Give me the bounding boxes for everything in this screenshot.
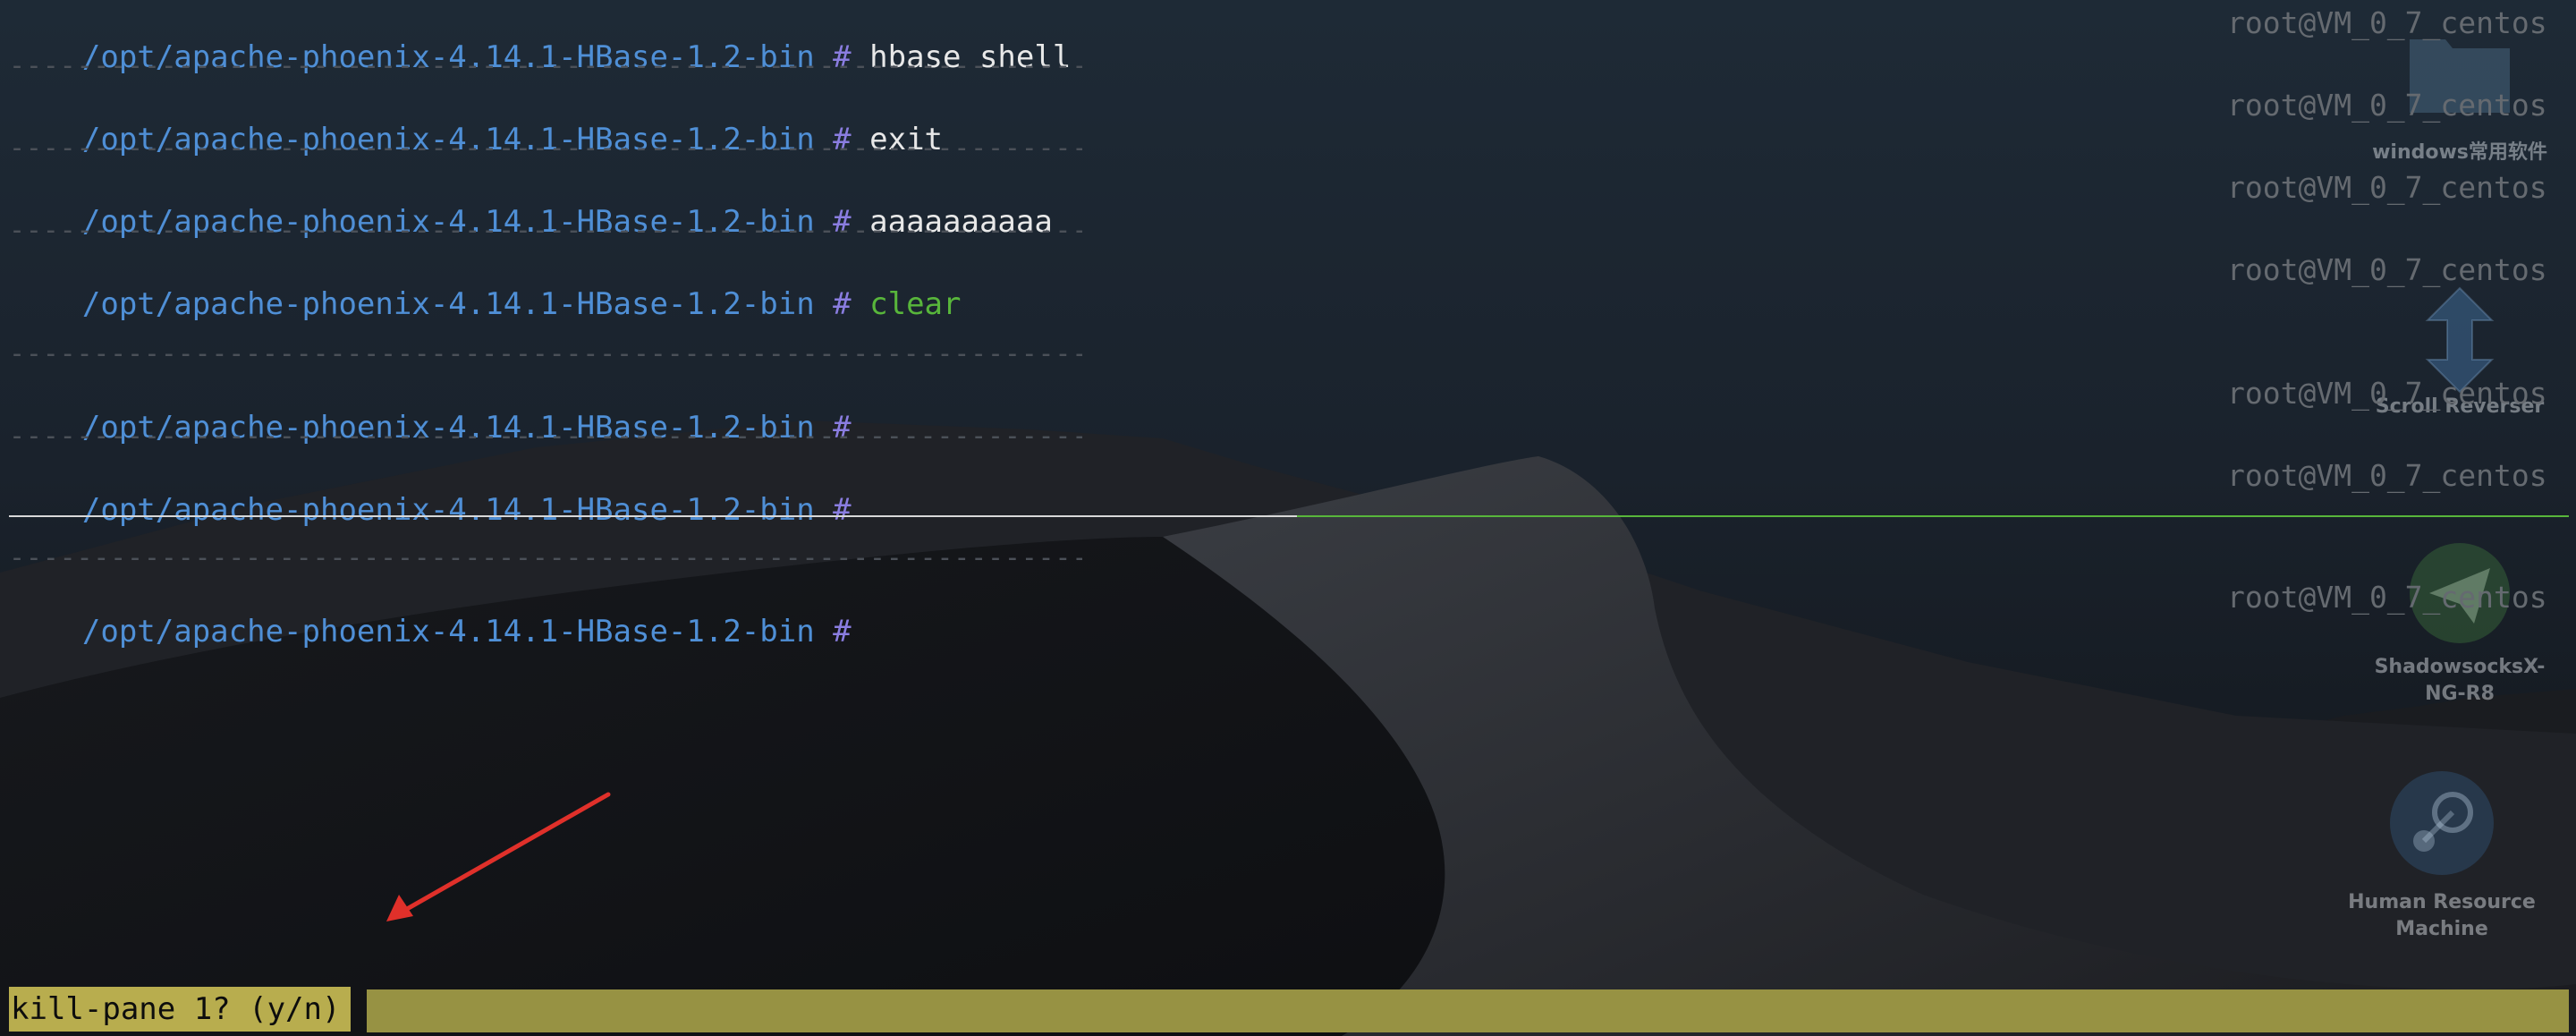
- terminal-window[interactable]: /opt/apache-phoenix-4.14.1-HBase-1.2-bin…: [0, 0, 2576, 1036]
- command-text: clear: [869, 286, 962, 322]
- prompt-hash: #: [833, 614, 852, 650]
- prompt-hash: #: [833, 286, 852, 322]
- prompt-line: /opt/apache-phoenix-4.14.1-HBase-1.2-bin…: [9, 251, 962, 358]
- prompt-host: root@VM_0_7_centos: [2227, 170, 2547, 205]
- separator-line: ----------------------------------------…: [9, 549, 1082, 567]
- kill-pane-prompt[interactable]: kill-pane 1? (y/n): [9, 987, 351, 1032]
- prompt-host: root@VM_0_7_centos: [2227, 580, 2547, 615]
- prompt-host: root@VM_0_7_centos: [2227, 458, 2547, 493]
- separator-line: ----------------------------------------…: [9, 345, 1082, 363]
- separator-line: ----------------------------------------…: [9, 140, 1082, 157]
- separator-line: ----------------------------------------…: [9, 57, 1082, 75]
- pane-divider[interactable]: [9, 515, 2569, 517]
- prompt-path: /opt/apache-phoenix-4.14.1-HBase-1.2-bin: [81, 286, 815, 322]
- prompt-host: root@VM_0_7_centos: [2227, 252, 2547, 287]
- prompt-hash: #: [833, 492, 852, 528]
- prompt-host: root@VM_0_7_centos: [2227, 376, 2547, 411]
- status-bar-fill: [367, 989, 2569, 1032]
- separator-line: ----------------------------------------…: [9, 222, 1082, 240]
- prompt-host: root@VM_0_7_centos: [2227, 5, 2547, 40]
- prompt-path: /opt/apache-phoenix-4.14.1-HBase-1.2-bin: [81, 614, 815, 650]
- prompt-host: root@VM_0_7_centos: [2227, 88, 2547, 123]
- separator-line: ----------------------------------------…: [9, 428, 1082, 446]
- prompt-path: /opt/apache-phoenix-4.14.1-HBase-1.2-bin: [81, 492, 815, 528]
- prompt-line: /opt/apache-phoenix-4.14.1-HBase-1.2-bin…: [9, 578, 852, 685]
- prompt-line: /opt/apache-phoenix-4.14.1-HBase-1.2-bin…: [9, 456, 852, 564]
